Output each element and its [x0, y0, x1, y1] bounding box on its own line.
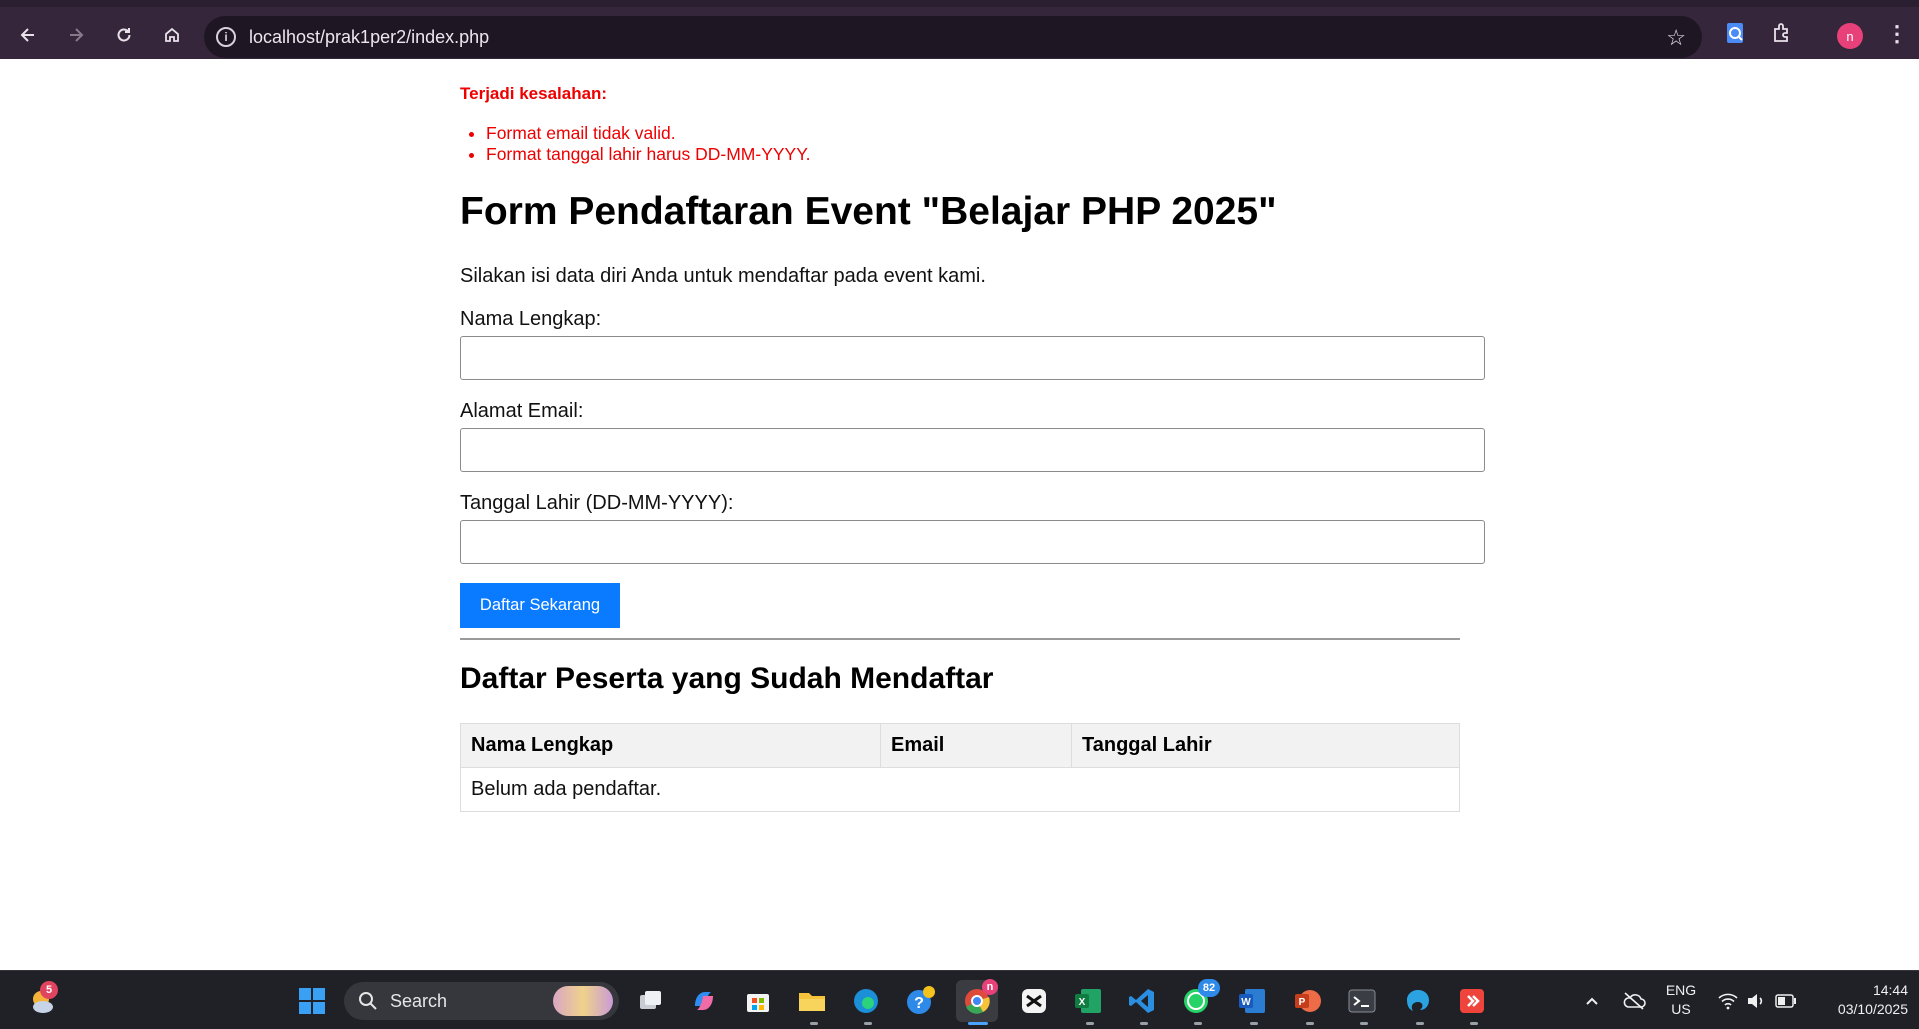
empty-message: Belum ada pendaftar. — [460, 767, 1460, 812]
back-arrow-icon[interactable] — [14, 21, 42, 49]
weather-badge: 5 — [40, 981, 58, 999]
language-line: ENG — [1665, 982, 1697, 998]
error-list: Format email tidak valid. Format tanggal… — [486, 123, 811, 165]
svg-text:?: ? — [914, 995, 924, 1012]
address-bar[interactable]: i localhost/prak1per2/index.php ☆ — [204, 16, 1702, 58]
word-icon[interactable]: W — [1236, 985, 1268, 1017]
clock[interactable]: 14:44 03/10/2025 — [1812, 981, 1908, 1019]
name-label: Nama Lengkap: — [460, 308, 602, 330]
taskbar-search[interactable]: Search — [344, 982, 619, 1020]
svg-text:W: W — [1241, 997, 1251, 1008]
bookmark-star-icon[interactable]: ☆ — [1666, 25, 1686, 51]
divider — [460, 638, 1460, 640]
copilot-icon[interactable] — [688, 985, 720, 1017]
dob-field[interactable] — [460, 520, 1485, 564]
extensions-icon[interactable] — [1770, 21, 1794, 50]
volume-icon[interactable] — [1740, 985, 1772, 1017]
running-indicator — [1306, 1022, 1314, 1025]
column-header: Tanggal Lahir — [1071, 723, 1460, 768]
clock-time: 14:44 — [1872, 982, 1908, 998]
submit-button[interactable]: Daftar Sekarang — [460, 583, 620, 628]
home-icon[interactable] — [158, 21, 186, 49]
error-title: Terjadi kesalahan: — [460, 84, 608, 103]
powerpoint-icon[interactable]: P — [1292, 985, 1324, 1017]
site-info-icon[interactable]: i — [216, 27, 236, 47]
email-field[interactable] — [460, 428, 1485, 472]
intro-text: Silakan isi data diri Anda untuk mendaft… — [460, 265, 986, 287]
battery-icon[interactable] — [1770, 985, 1802, 1017]
participants-title: Daftar Peserta yang Sudah Mendaftar — [460, 662, 994, 695]
active-indicator — [968, 1022, 988, 1025]
running-indicator — [1194, 1022, 1202, 1025]
dob-label: Tanggal Lahir (DD-MM-YYYY): — [460, 492, 734, 514]
taskbar: 5 Search ? n X 82 W P ENG US 14:44 03/10… — [0, 970, 1919, 1029]
running-indicator — [810, 1022, 818, 1025]
running-indicator — [864, 1022, 872, 1025]
excel-icon[interactable]: X — [1072, 985, 1104, 1017]
column-header: Nama Lengkap — [460, 723, 881, 768]
vscode-icon[interactable] — [1126, 985, 1158, 1017]
search-label: Search — [390, 990, 448, 1011]
help-app-icon[interactable]: ? — [904, 985, 936, 1017]
anydesk-icon[interactable] — [1456, 985, 1488, 1017]
capcut-icon[interactable] — [1018, 985, 1050, 1017]
start-windows-icon[interactable] — [296, 985, 328, 1017]
menu-kebab-icon[interactable]: ⋮ — [1886, 21, 1908, 47]
browser-toolbar: i localhost/prak1per2/index.php ☆ n ⋮ — [0, 0, 1919, 59]
profile-avatar[interactable]: n — [1837, 23, 1863, 49]
running-indicator — [1140, 1022, 1148, 1025]
running-indicator — [1470, 1022, 1478, 1025]
table-header-row: Nama Lengkap Email Tanggal Lahir — [460, 723, 1460, 768]
url-text: localhost/prak1per2/index.php — [249, 27, 490, 47]
column-header: Email — [880, 723, 1072, 768]
chrome-profile-badge: n — [982, 979, 998, 995]
email-label: Alamat Email: — [460, 400, 584, 422]
name-field[interactable] — [460, 336, 1485, 380]
page-title: Form Pendaftaran Event "Belajar PHP 2025… — [460, 190, 1277, 233]
search-highlight-image — [553, 986, 613, 1016]
participants-table: Nama Lengkap Email Tanggal Lahir Belum a… — [460, 723, 1460, 812]
lens-search-icon[interactable] — [1724, 21, 1748, 52]
microsoft-store-icon[interactable] — [742, 985, 774, 1017]
file-explorer-icon[interactable] — [796, 985, 828, 1017]
clock-date: 03/10/2025 — [1837, 1001, 1908, 1017]
running-indicator — [1360, 1022, 1368, 1025]
svg-text:X: X — [1079, 997, 1086, 1008]
task-view-icon[interactable] — [634, 985, 666, 1017]
language-indicator[interactable]: ENG US — [1662, 981, 1700, 1019]
running-indicator — [1416, 1022, 1424, 1025]
edge-browser-icon[interactable] — [850, 985, 882, 1017]
chevron-up-icon[interactable] — [1576, 985, 1608, 1017]
region-line: US — [1671, 1001, 1691, 1017]
table-row: Belum ada pendaftar. — [460, 767, 1460, 812]
error-item: Format tanggal lahir harus DD-MM-YYYY. — [486, 144, 811, 165]
reload-icon[interactable] — [110, 21, 138, 49]
running-indicator — [1250, 1022, 1258, 1025]
svg-text:P: P — [1299, 997, 1306, 1008]
forward-arrow-icon[interactable] — [62, 21, 90, 49]
terminal-icon[interactable] — [1346, 985, 1378, 1017]
onedrive-offline-icon[interactable] — [1618, 985, 1650, 1017]
edge-dev-icon[interactable] — [1402, 985, 1434, 1017]
error-item: Format email tidak valid. — [486, 123, 811, 144]
search-icon — [359, 992, 377, 1010]
whatsapp-badge: 82 — [1198, 979, 1220, 997]
running-indicator — [1086, 1022, 1094, 1025]
